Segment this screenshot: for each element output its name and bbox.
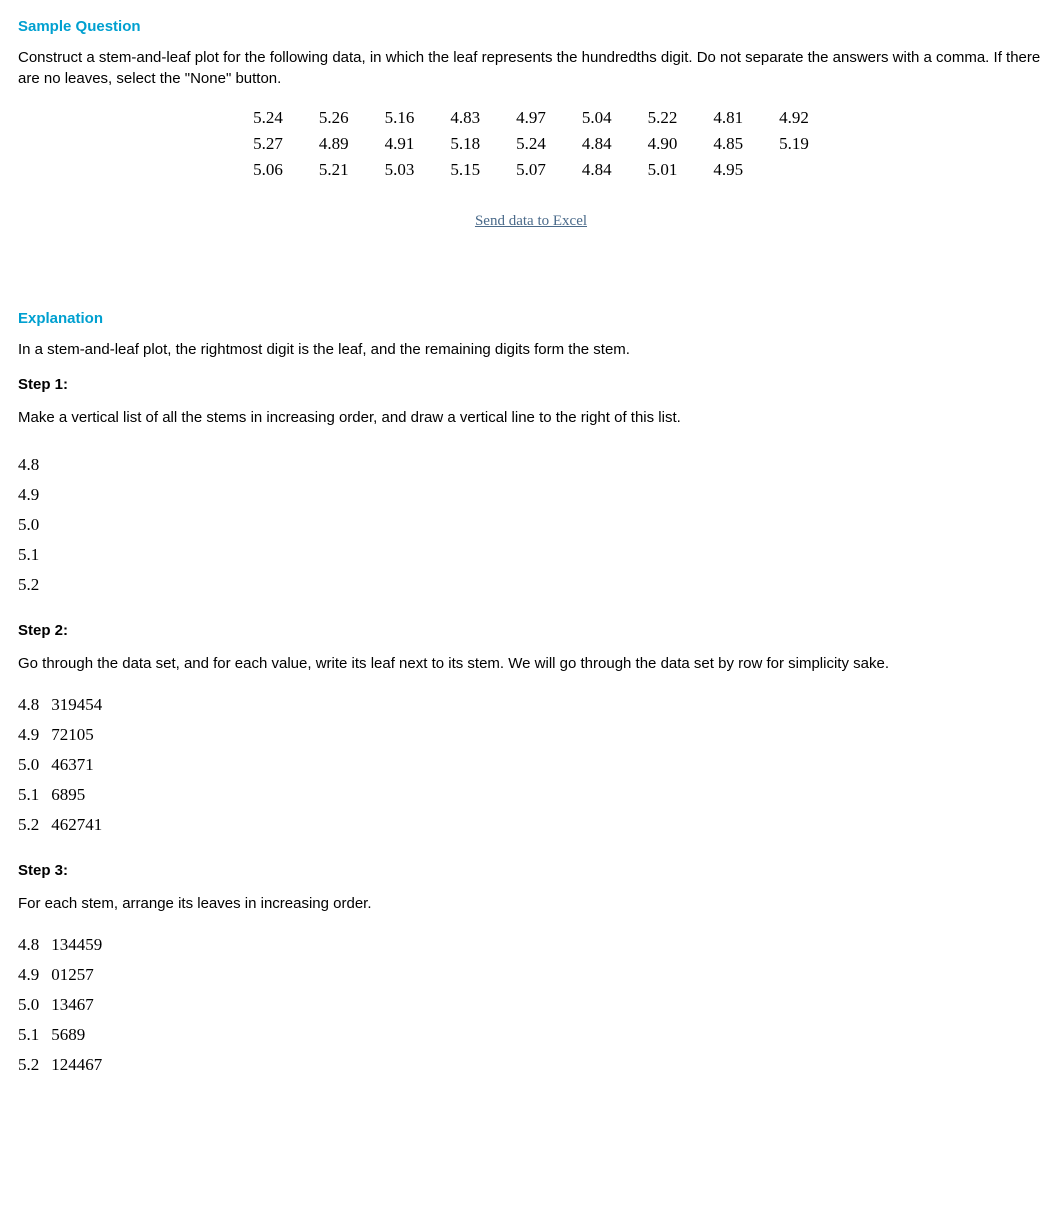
leaves-cell: 124467 (51, 1050, 102, 1080)
step2-text: Go through the data set, and for each va… (18, 653, 1044, 674)
data-cell (761, 157, 827, 183)
data-cell: 5.26 (301, 105, 367, 131)
stemleaf-row: 4.8 134459 (18, 930, 102, 960)
sample-question-heading: Sample Question (18, 18, 1044, 35)
data-cell: 4.85 (695, 131, 761, 157)
data-cell: 5.01 (630, 157, 696, 183)
stem-value: 5.1 (18, 540, 1044, 570)
explanation-heading: Explanation (18, 310, 1044, 327)
data-cell: 5.22 (630, 105, 696, 131)
data-cell: 5.06 (235, 157, 301, 183)
question-prompt: Construct a stem-and-leaf plot for the f… (18, 47, 1044, 89)
data-cell: 4.91 (367, 131, 433, 157)
data-cell: 4.95 (695, 157, 761, 183)
leaves-cell: 46371 (51, 750, 102, 780)
leaves-cell: 13467 (51, 990, 102, 1020)
stemleaf-row: 5.1 5689 (18, 1020, 102, 1050)
data-cell: 5.03 (367, 157, 433, 183)
step1-label: Step 1: (18, 376, 1044, 393)
data-cell: 5.18 (432, 131, 498, 157)
step3-label: Step 3: (18, 862, 1044, 879)
leaves-cell: 72105 (51, 720, 102, 750)
stem-value: 5.2 (18, 570, 1044, 600)
data-cell: 5.04 (564, 105, 630, 131)
stem-value: 5.0 (18, 510, 1044, 540)
stemleaf-row: 5.0 13467 (18, 990, 102, 1020)
step3-text: For each stem, arrange its leaves in inc… (18, 893, 1044, 914)
stemleaf-row: 5.2 462741 (18, 810, 102, 840)
data-cell: 5.27 (235, 131, 301, 157)
step1-stem-list: 4.8 4.9 5.0 5.1 5.2 (18, 450, 1044, 600)
data-cell: 4.84 (564, 131, 630, 157)
stem-cell: 4.8 (18, 690, 51, 720)
data-cell: 4.84 (564, 157, 630, 183)
stem-cell: 4.8 (18, 930, 51, 960)
stemleaf-row: 5.0 46371 (18, 750, 102, 780)
data-cell: 5.15 (432, 157, 498, 183)
table-row: 5.27 4.89 4.91 5.18 5.24 4.84 4.90 4.85 … (235, 131, 827, 157)
leaves-cell: 5689 (51, 1020, 102, 1050)
stem-cell: 4.9 (18, 960, 51, 990)
leaves-cell: 134459 (51, 930, 102, 960)
stem-value: 4.9 (18, 480, 1044, 510)
stemleaf-row: 5.1 6895 (18, 780, 102, 810)
step2-stemleaf-table: 4.8 319454 4.9 72105 5.0 46371 5.1 6895 … (18, 690, 102, 840)
data-cell: 4.97 (498, 105, 564, 131)
step2-label: Step 2: (18, 622, 1044, 639)
stemleaf-row: 4.8 319454 (18, 690, 102, 720)
leaves-cell: 01257 (51, 960, 102, 990)
stemleaf-row: 4.9 01257 (18, 960, 102, 990)
explanation-intro: In a stem-and-leaf plot, the rightmost d… (18, 339, 1044, 360)
table-row: 5.24 5.26 5.16 4.83 4.97 5.04 5.22 4.81 … (235, 105, 827, 131)
data-table: 5.24 5.26 5.16 4.83 4.97 5.04 5.22 4.81 … (235, 105, 827, 183)
leaves-cell: 6895 (51, 780, 102, 810)
stem-cell: 5.2 (18, 810, 51, 840)
data-cell: 4.83 (432, 105, 498, 131)
stem-cell: 5.0 (18, 990, 51, 1020)
data-cell: 5.16 (367, 105, 433, 131)
stem-cell: 4.9 (18, 720, 51, 750)
leaves-cell: 319454 (51, 690, 102, 720)
data-cell: 5.19 (761, 131, 827, 157)
table-row: 5.06 5.21 5.03 5.15 5.07 4.84 5.01 4.95 (235, 157, 827, 183)
step1-text: Make a vertical list of all the stems in… (18, 407, 1044, 428)
data-cell: 4.81 (695, 105, 761, 131)
data-cell: 5.21 (301, 157, 367, 183)
send-to-excel-link[interactable]: Send data to Excel (18, 213, 1044, 230)
data-cell: 4.90 (630, 131, 696, 157)
data-cell: 5.24 (498, 131, 564, 157)
data-cell: 4.92 (761, 105, 827, 131)
stemleaf-row: 5.2 124467 (18, 1050, 102, 1080)
stem-cell: 5.2 (18, 1050, 51, 1080)
data-cell: 4.89 (301, 131, 367, 157)
stemleaf-row: 4.9 72105 (18, 720, 102, 750)
step3-stemleaf-table: 4.8 134459 4.9 01257 5.0 13467 5.1 5689 … (18, 930, 102, 1080)
leaves-cell: 462741 (51, 810, 102, 840)
stem-value: 4.8 (18, 450, 1044, 480)
stem-cell: 5.1 (18, 1020, 51, 1050)
stem-cell: 5.0 (18, 750, 51, 780)
data-cell: 5.24 (235, 105, 301, 131)
data-cell: 5.07 (498, 157, 564, 183)
stem-cell: 5.1 (18, 780, 51, 810)
